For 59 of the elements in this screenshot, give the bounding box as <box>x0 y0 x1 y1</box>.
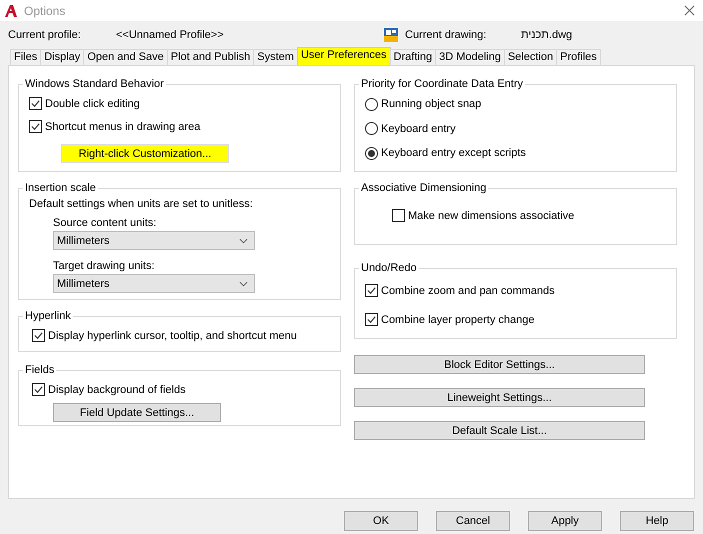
radio-button[interactable] <box>365 122 378 136</box>
settings-button[interactable]: Field Update Settings... <box>53 403 221 422</box>
tab[interactable]: Profiles <box>556 49 601 65</box>
tab[interactable]: Files <box>10 49 42 65</box>
tab[interactable]: System <box>253 49 298 65</box>
group-title: Associative Dimensioning <box>360 182 488 194</box>
group-title: Priority for Coordinate Data Entry <box>360 78 524 90</box>
field-label: Source content units: <box>53 216 158 231</box>
radio-button[interactable] <box>365 98 378 111</box>
checkbox-label[interactable]: Double click editing <box>45 98 140 110</box>
group-title: Insertion scale <box>24 182 97 194</box>
checkbox-label[interactable]: Display background of fields <box>48 384 186 396</box>
checkbox-label[interactable]: Combine layer property change <box>381 314 534 326</box>
description-text: Default settings when units are set to unitless: <box>29 198 253 210</box>
caret-icon <box>239 280 248 286</box>
profile-label: Current profile: <box>8 29 82 41</box>
tab[interactable]: 3D Modeling <box>435 49 505 65</box>
settings-button[interactable]: Default Scale List... <box>354 421 645 440</box>
tab[interactable]: User Preferences <box>296 47 391 65</box>
checkbox-label[interactable]: Make new dimensions associative <box>408 210 574 222</box>
drawing-file-icon <box>383 27 399 43</box>
checkbox-label[interactable]: Display hyperlink cursor, tooltip, and shortcut menu <box>48 330 297 342</box>
dialog-button[interactable]: Apply <box>528 511 602 531</box>
drawing-name: תכנית.dwg <box>521 29 572 41</box>
tab[interactable]: Display <box>40 49 84 65</box>
checkbox[interactable] <box>392 209 405 222</box>
settings-button[interactable]: Lineweight Settings... <box>354 388 645 407</box>
checkbox[interactable] <box>32 383 45 396</box>
checkbox[interactable] <box>365 313 378 326</box>
profile-name: <<Unnamed Profile>> <box>116 29 225 41</box>
checkbox-label[interactable]: Combine zoom and pan commands <box>381 284 555 296</box>
drawing-label: Current drawing: <box>405 29 488 41</box>
tab[interactable]: Drafting <box>390 49 436 65</box>
group-title: Windows Standard Behavior <box>24 78 165 90</box>
app-logo-icon <box>4 4 18 18</box>
field-label: Target drawing units: <box>53 259 156 274</box>
checkbox-label[interactable]: Shortcut menus in drawing area <box>45 120 200 132</box>
radio-label[interactable]: Running object snap <box>381 98 482 110</box>
settings-button[interactable]: Right-click Customization... <box>61 144 229 163</box>
tab[interactable]: Open and Save <box>83 49 168 65</box>
checkbox[interactable] <box>29 97 42 110</box>
checkbox[interactable] <box>365 284 378 297</box>
units-dropdown[interactable]: Millimeters <box>53 231 255 250</box>
close-icon[interactable] <box>684 5 695 16</box>
radio-label[interactable]: Keyboard entry <box>381 122 456 135</box>
group-title: Hyperlink <box>24 310 72 322</box>
radio-label[interactable]: Keyboard entry except scripts <box>381 147 526 160</box>
window-title: Options <box>24 4 66 18</box>
dialog-button[interactable]: Cancel <box>436 511 510 531</box>
checkbox[interactable] <box>32 329 45 342</box>
caret-icon <box>239 238 248 244</box>
dialog-button[interactable]: Help <box>620 511 694 531</box>
group-title: Undo/Redo <box>360 262 418 274</box>
radio-button[interactable] <box>365 146 378 160</box>
units-dropdown[interactable]: Millimeters <box>53 274 255 293</box>
checkbox[interactable] <box>29 120 42 133</box>
dialog-button[interactable]: OK <box>344 511 418 531</box>
group-title: Fields <box>24 364 56 376</box>
settings-button[interactable]: Block Editor Settings... <box>354 355 645 374</box>
